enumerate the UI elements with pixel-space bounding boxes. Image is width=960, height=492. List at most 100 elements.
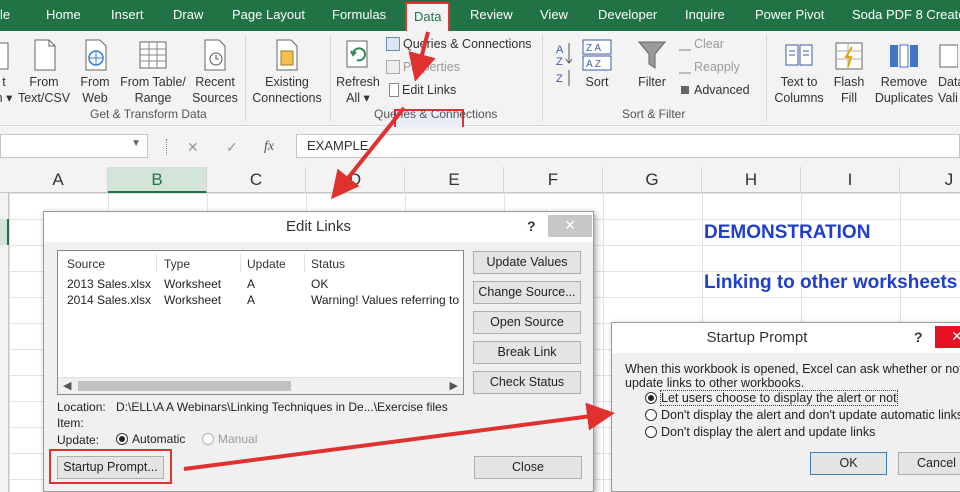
filter-button[interactable]: Filter — [632, 39, 672, 90]
tab-power-pivot[interactable]: Power Pivot — [755, 0, 824, 31]
ok-button[interactable]: OK — [810, 452, 887, 475]
horizontal-scrollbar[interactable]: ◀ ▶ — [58, 377, 463, 394]
data-validation-button[interactable]: Data Vali — [938, 39, 960, 106]
option-dont-display-dont-update[interactable]: Don't display the alert and don't update… — [645, 408, 960, 422]
radio-selected-icon — [116, 433, 128, 445]
column-header-update[interactable]: Update — [247, 257, 286, 271]
reapply-icon — [679, 60, 691, 74]
sort-icon: Z A A Z — [582, 39, 612, 71]
option-label: Don't display the alert and don't update… — [661, 408, 960, 422]
refresh-all-button[interactable]: Refresh All ▾ — [334, 39, 382, 106]
data-validation-icon — [939, 44, 958, 68]
demonstration-cell[interactable]: DEMONSTRATION — [704, 222, 870, 244]
cancel-button[interactable]: Cancel — [898, 452, 960, 475]
column-header-j[interactable]: J — [900, 167, 960, 193]
close-button[interactable]: Close — [474, 456, 582, 479]
radio-disabled-icon — [202, 433, 214, 445]
column-header-e[interactable]: E — [405, 167, 504, 193]
cancel-icon[interactable]: ✕ — [187, 139, 199, 156]
advanced-button[interactable]: Advanced — [679, 83, 750, 97]
get-data-button[interactable]: t n ▾ — [0, 41, 14, 106]
column-header-type[interactable]: Type — [164, 257, 190, 271]
tab-home[interactable]: Home — [46, 0, 81, 31]
flash-fill-button[interactable]: Flash Fill — [831, 39, 867, 106]
database-icon — [0, 42, 9, 70]
text-to-columns-button[interactable]: Text to Columns — [772, 39, 826, 106]
tab-insert[interactable]: Insert — [111, 0, 144, 31]
links-list[interactable]: Source Type Update Status 2013 Sales.xls… — [57, 250, 464, 395]
list-item[interactable]: 2013 Sales.xlsx Worksheet A OK — [58, 277, 463, 293]
tab-inquire[interactable]: Inquire — [685, 0, 725, 31]
break-link-button[interactable]: Break Link — [473, 341, 581, 364]
sort-az-button[interactable]: A Z Z — [553, 39, 577, 91]
from-web-button[interactable]: From Web — [76, 39, 114, 106]
properties-button[interactable]: Properties — [386, 60, 460, 74]
tab-file[interactable]: le — [0, 0, 10, 31]
sort-label: Sort — [585, 75, 609, 89]
enter-icon[interactable]: ✓ — [226, 139, 238, 156]
edit-links-label: Edit Links — [402, 83, 457, 97]
insert-function-icon[interactable]: fx — [264, 139, 274, 155]
existing-connections-label-2: Connections — [252, 91, 322, 105]
name-box[interactable]: ▼ — [0, 134, 148, 158]
svg-text:Z A: Z A — [586, 43, 601, 54]
list-item[interactable]: 2014 Sales.xlsx Worksheet A Warning! Val… — [58, 293, 463, 309]
update-values-button[interactable]: Update Values — [473, 251, 581, 274]
option-let-users-choose[interactable]: Let users choose to display the alert or… — [645, 390, 898, 406]
clear-button[interactable]: Clear — [679, 37, 724, 51]
chevron-down-icon[interactable]: ▼ — [131, 138, 141, 149]
recent-sources-button[interactable]: Recent Sources — [192, 39, 238, 106]
svg-text:A Z: A Z — [586, 59, 601, 70]
automatic-radio[interactable]: Automatic — [116, 432, 185, 446]
tab-soda-pdf[interactable]: Soda PDF 8 Creator — [852, 0, 960, 31]
tab-draw[interactable]: Draw — [173, 0, 203, 31]
scroll-right-icon[interactable]: ▶ — [450, 379, 458, 392]
tab-page-layout[interactable]: Page Layout — [232, 0, 305, 31]
from-table-range-button[interactable]: From Table/ Range — [118, 39, 188, 106]
reapply-button[interactable]: Reapply — [679, 60, 740, 74]
column-header-status[interactable]: Status — [311, 257, 345, 271]
existing-connections-button[interactable]: Existing Connections — [250, 39, 324, 106]
column-header-d[interactable]: D — [306, 167, 405, 193]
formula-input[interactable]: EXAMPLE — [296, 134, 960, 158]
column-header-h[interactable]: H — [702, 167, 801, 193]
scroll-left-icon[interactable]: ◀ — [63, 379, 71, 392]
column-header-g[interactable]: G — [603, 167, 702, 193]
manual-radio[interactable]: Manual — [202, 432, 257, 446]
link-status: Warning! Values referring to — [311, 293, 460, 307]
close-icon[interactable]: ✕ — [935, 326, 960, 348]
tab-data[interactable]: Data — [405, 2, 451, 31]
from-text-csv-button[interactable]: From Text/CSV — [17, 39, 71, 106]
refresh-label: Refresh — [336, 75, 380, 89]
remove-duplicates-button[interactable]: Remove Duplicates — [872, 39, 936, 106]
column-header-source[interactable]: Source — [67, 257, 105, 271]
column-header-a[interactable]: A — [9, 167, 108, 193]
ribbon-tab-bar: le Home Insert Draw Page Layout Formulas… — [0, 0, 960, 31]
help-icon[interactable]: ? — [527, 218, 536, 234]
queries-connections-button[interactable]: Queries & Connections — [386, 37, 532, 51]
linking-cell[interactable]: Linking to other worksheets — [704, 272, 957, 294]
column-header-c[interactable]: C — [207, 167, 306, 193]
column-header-f[interactable]: F — [504, 167, 603, 193]
option-dont-display-update[interactable]: Don't display the alert and update links — [645, 425, 875, 439]
tab-formulas[interactable]: Formulas — [332, 0, 386, 31]
column-header-i[interactable]: I — [801, 167, 900, 193]
tab-view[interactable]: View — [540, 0, 568, 31]
change-source-button[interactable]: Change Source... — [473, 281, 581, 304]
remove-duplicates-label: Remove — [880, 75, 928, 89]
flash-fill-icon — [835, 42, 863, 70]
tab-developer[interactable]: Developer — [598, 0, 657, 31]
edit-links-button[interactable]: Edit Links — [389, 83, 456, 97]
scrollbar-thumb[interactable] — [78, 381, 291, 391]
item-label: Item: — [57, 416, 84, 430]
automatic-label: Automatic — [132, 432, 186, 446]
close-icon[interactable]: ✕ — [548, 215, 592, 237]
tab-review[interactable]: Review — [470, 0, 513, 31]
help-icon[interactable]: ? — [914, 329, 923, 345]
connections-icon — [276, 39, 298, 71]
check-status-button[interactable]: Check Status — [473, 371, 581, 394]
link-source: 2013 Sales.xlsx — [67, 277, 152, 291]
sort-button[interactable]: Z A A Z Sort — [580, 39, 614, 90]
column-header-b[interactable]: B — [108, 167, 207, 193]
open-source-button[interactable]: Open Source — [473, 311, 581, 334]
